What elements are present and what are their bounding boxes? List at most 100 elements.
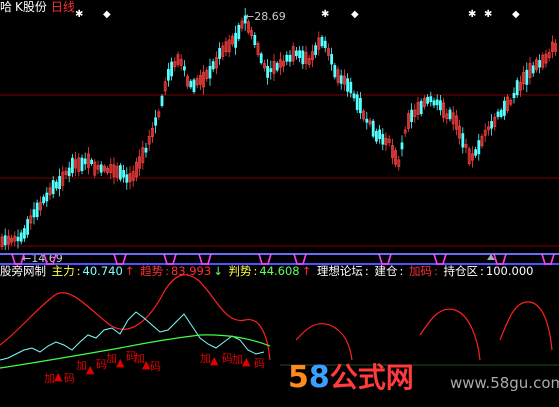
- band-connector: [198, 253, 212, 265]
- up-triangle-icon: ▲: [86, 363, 95, 376]
- candle-body: [419, 100, 423, 115]
- candle-body: [160, 95, 164, 106]
- band-connector: [293, 253, 307, 265]
- signal-mark-text: 码: [150, 360, 161, 373]
- candle-body: [474, 149, 478, 156]
- band-connector: [11, 253, 25, 265]
- candle-body: [253, 34, 257, 46]
- watermark-58: 58: [288, 360, 330, 395]
- candle-body: [144, 147, 148, 153]
- candle-body: [339, 75, 343, 84]
- candle-body: [531, 65, 535, 74]
- up-triangle-icon: ▲: [242, 355, 251, 368]
- candle-body: [42, 196, 45, 204]
- candle-body: [166, 68, 170, 81]
- candle-body: [16, 236, 20, 242]
- candle-body: [154, 117, 158, 126]
- candle-body: [22, 228, 26, 239]
- candle-body: [26, 219, 30, 235]
- candle-body: [83, 158, 87, 165]
- signal-mark-text: 码: [64, 372, 75, 385]
- trend-line-red: [0, 274, 553, 361]
- chart-header: 哈 K股份 日线: [0, 0, 75, 14]
- candle-body: [298, 50, 302, 59]
- candle-body: [35, 202, 39, 218]
- candle-body: [90, 159, 93, 165]
- candle-body: [234, 32, 238, 48]
- candle-body: [192, 79, 196, 93]
- candle-body: [55, 181, 58, 189]
- band-connector: [433, 253, 447, 265]
- band-connector: [541, 253, 555, 265]
- watermark-url: www.58gu.com: [450, 374, 559, 392]
- candle-body: [410, 109, 414, 122]
- candle-body: [259, 53, 263, 64]
- signal-mark-text: 码: [254, 357, 265, 370]
- high-price-label: ←28.69: [245, 10, 286, 23]
- candle-body: [352, 93, 356, 99]
- header-prefix: 哈: [0, 0, 13, 14]
- candle-body: [358, 97, 362, 114]
- candle-body: [125, 174, 129, 183]
- candle-body: [438, 100, 442, 111]
- candle-body: [99, 164, 103, 173]
- period-label[interactable]: 日线: [51, 0, 75, 14]
- candle-body: [512, 92, 516, 99]
- candle-body: [218, 48, 222, 59]
- candle-body: [330, 54, 334, 65]
- candle-body: [266, 65, 270, 78]
- candle-body: [45, 192, 49, 202]
- candle-body: [374, 130, 378, 142]
- candle-body: [208, 65, 212, 79]
- diamond-marker-icon: ◆: [351, 9, 359, 20]
- candle-body: [477, 140, 481, 155]
- candle-body: [381, 133, 385, 145]
- candle-body: [189, 80, 193, 88]
- candle-body: [119, 165, 122, 180]
- candle-body: [365, 118, 369, 123]
- candle-body: [71, 157, 74, 174]
- stock-name: K股份: [15, 0, 47, 14]
- candle-body: [355, 94, 359, 110]
- candle-body: [349, 81, 353, 94]
- candle-body: [320, 36, 324, 47]
- candle-body: [333, 65, 337, 78]
- candle-body: [429, 96, 433, 103]
- candle-body: [285, 54, 289, 62]
- candle-body: [426, 96, 430, 104]
- candle-body: [515, 80, 519, 96]
- candle-body: [502, 100, 506, 116]
- candle-body: [19, 232, 23, 242]
- stock-chart-window: 哈 K股份 日线 ✱ ◆ ✱ ◆ ✱ ✱ ◆ ←28.69 ←14.69 股旁网制 …: [0, 0, 559, 407]
- candle-body: [67, 167, 71, 177]
- candle-body: [237, 24, 241, 40]
- candle-body: [323, 40, 327, 48]
- up-triangle-icon: ▲: [116, 356, 125, 369]
- star-marker-icon: ✱: [468, 9, 477, 20]
- candle-body: [294, 50, 298, 57]
- candlestick-chart[interactable]: [0, 0, 559, 250]
- candle-body: [496, 111, 500, 117]
- candle-body: [269, 68, 273, 73]
- left-arrow-icon: ←: [245, 10, 255, 23]
- candle-body: [80, 157, 84, 172]
- candle-body: [400, 142, 404, 150]
- star-marker-icon: ✱: [484, 9, 493, 20]
- candle-body: [51, 180, 55, 195]
- candle-body: [182, 66, 186, 71]
- candle-body: [288, 54, 292, 62]
- watermark-brand-text: 公式网: [329, 361, 414, 394]
- up-triangle-icon: ▲: [54, 370, 63, 383]
- star-marker-icon: ✱: [75, 9, 84, 20]
- band-connector: [493, 253, 507, 265]
- candle-body: [3, 235, 7, 246]
- diamond-marker-icon: ◆: [512, 9, 520, 20]
- candle-body: [58, 176, 61, 190]
- candle-body: [371, 120, 375, 137]
- candle-body: [122, 170, 125, 178]
- candle-body: [538, 60, 541, 68]
- star-marker-icon: ✱: [321, 9, 330, 20]
- candle-body: [346, 78, 350, 92]
- candle-body: [211, 61, 215, 70]
- candle-body: [490, 121, 494, 129]
